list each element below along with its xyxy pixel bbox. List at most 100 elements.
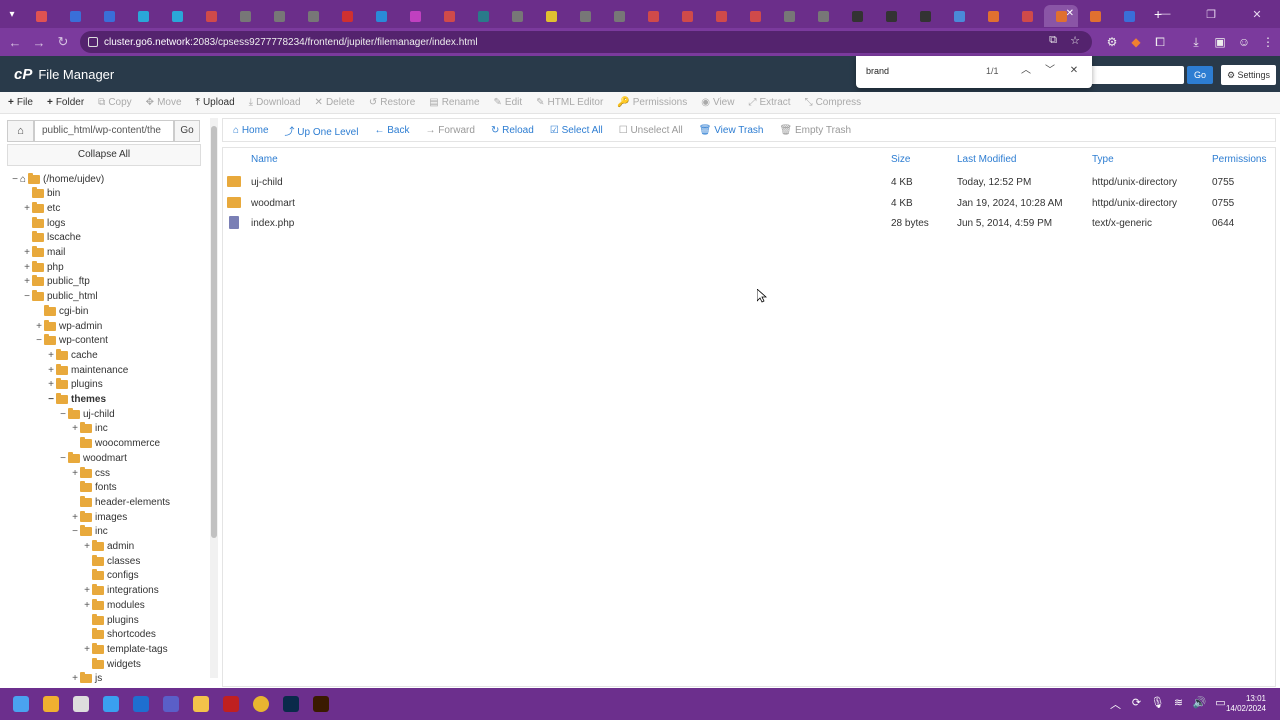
- chrome-icon[interactable]: [246, 689, 276, 719]
- extension-icon[interactable]: ◆: [1124, 35, 1148, 49]
- browser-tab[interactable]: [670, 5, 704, 27]
- home-icon[interactable]: ⌂: [7, 120, 34, 142]
- profile-avatar-icon[interactable]: ☺: [1232, 35, 1256, 49]
- tree-item[interactable]: plugins: [82, 613, 139, 627]
- back-arrow-icon[interactable]: ←: [3, 35, 27, 50]
- column-header-modified[interactable]: Last Modified: [957, 154, 1016, 165]
- column-header-size[interactable]: Size: [891, 154, 910, 165]
- wifi-icon[interactable]: ≋: [1168, 696, 1189, 712]
- tree-item[interactable]: + modules: [82, 598, 145, 612]
- weather-widget-icon[interactable]: [36, 689, 66, 719]
- tree-item[interactable]: + template-tags: [82, 642, 168, 656]
- expand-icon[interactable]: +: [46, 365, 56, 376]
- tree-item[interactable]: + images: [70, 510, 127, 524]
- file-explorer-icon[interactable]: [186, 689, 216, 719]
- browser-tab[interactable]: [772, 5, 806, 27]
- browser-menu-icon[interactable]: ⋮: [1256, 35, 1280, 49]
- browser-tab[interactable]: [534, 5, 568, 27]
- weather-app-icon[interactable]: [96, 689, 126, 719]
- tree-item[interactable]: + wp-admin: [34, 319, 102, 333]
- browser-tab[interactable]: [364, 5, 398, 27]
- forward-button[interactable]: → Forward: [425, 125, 474, 136]
- page-find-icon[interactable]: ⧉: [1045, 34, 1061, 50]
- browser-tab[interactable]: [330, 5, 364, 27]
- tree-item[interactable]: classes: [82, 554, 140, 568]
- sync-icon[interactable]: ⟳: [1126, 696, 1147, 712]
- table-row[interactable]: woodmart 4 KB Jan 19, 2024, 10:28 AM httpd/…: [223, 194, 1275, 214]
- permissions-button[interactable]: 🔑 Permissions: [617, 97, 687, 108]
- download-button[interactable]: ⤓ Download: [249, 97, 301, 108]
- expand-icon[interactable]: +: [82, 644, 92, 655]
- table-row[interactable]: index.php 28 bytes Jun 5, 2014, 4:59 PM tex…: [223, 214, 1275, 234]
- tree-item[interactable]: + integrations: [82, 584, 159, 598]
- tree-item[interactable]: − inc: [70, 525, 108, 539]
- minimize-icon[interactable]: —: [1142, 8, 1188, 20]
- expand-icon[interactable]: +: [34, 321, 44, 332]
- expand-icon[interactable]: +: [82, 600, 92, 611]
- tree-item[interactable]: shortcodes: [82, 628, 156, 642]
- tree-item[interactable]: + js: [70, 672, 102, 684]
- tab-search-icon[interactable]: ▾: [0, 0, 24, 28]
- path-go-button[interactable]: Go: [174, 120, 200, 142]
- expand-icon[interactable]: +: [82, 585, 92, 596]
- browser-tab[interactable]: [24, 5, 58, 27]
- browser-tab[interactable]: [160, 5, 194, 27]
- browser-tab[interactable]: [1010, 5, 1044, 27]
- tree-item[interactable]: − ⌂ (/home/ujdev): [10, 172, 104, 186]
- expand-icon[interactable]: +: [70, 468, 80, 479]
- expand-icon[interactable]: +: [82, 541, 92, 552]
- browser-tab[interactable]: [602, 5, 636, 27]
- collapse-icon[interactable]: −: [10, 174, 20, 185]
- tree-item[interactable]: fonts: [70, 481, 117, 495]
- collapse-icon[interactable]: −: [58, 453, 68, 464]
- rename-button[interactable]: ▤ Rename: [429, 97, 479, 108]
- browser-tab[interactable]: [908, 5, 942, 27]
- tree-item[interactable]: − woodmart: [58, 451, 127, 465]
- empty-trash-button[interactable]: 🗑 Empty Trash: [779, 125, 851, 136]
- sidebar-scroll-thumb[interactable]: [211, 126, 217, 538]
- browser-tab[interactable]: [58, 5, 92, 27]
- tree-item[interactable]: woocommerce: [70, 437, 160, 451]
- site-info-icon[interactable]: [88, 37, 98, 47]
- browser-tab[interactable]: [500, 5, 534, 27]
- tree-item[interactable]: header-elements: [70, 495, 170, 509]
- browser-tab[interactable]: [92, 5, 126, 27]
- expand-icon[interactable]: +: [70, 673, 80, 684]
- download-icon[interactable]: ⤓: [1184, 35, 1208, 50]
- move-button[interactable]: ✥ Move: [146, 97, 182, 108]
- new-folder-button[interactable]: + Folder: [47, 97, 84, 108]
- expand-icon[interactable]: +: [70, 423, 80, 434]
- table-row[interactable]: uj-child 4 KB Today, 12:52 PM httpd/unix-di…: [223, 173, 1275, 193]
- tree-item[interactable]: − uj-child: [58, 407, 115, 421]
- back-button[interactable]: ← Back: [374, 125, 409, 136]
- extension-icon[interactable]: ⚙: [1100, 35, 1124, 49]
- browser-tab[interactable]: [262, 5, 296, 27]
- cpanel-logo[interactable]: cP: [14, 66, 32, 83]
- collapse-icon[interactable]: −: [34, 335, 44, 346]
- reload-button[interactable]: ↻ Reload: [491, 125, 534, 136]
- reload-icon[interactable]: ↻: [51, 34, 75, 50]
- browser-tab[interactable]: [228, 5, 262, 27]
- browser-tab[interactable]: [398, 5, 432, 27]
- browser-tab[interactable]: [432, 5, 466, 27]
- browser-tab[interactable]: [1112, 5, 1146, 27]
- unselect-all-button[interactable]: ☐ Unselect All: [619, 125, 683, 136]
- tree-item[interactable]: cgi-bin: [34, 304, 88, 318]
- browser-tab[interactable]: [976, 5, 1010, 27]
- find-close-icon[interactable]: ✕: [1065, 62, 1083, 80]
- browser-tab[interactable]: [1078, 5, 1112, 27]
- bookmark-star-icon[interactable]: ☆: [1067, 34, 1083, 50]
- close-tab-icon[interactable]: ✕: [1066, 8, 1074, 19]
- tray-expand-icon[interactable]: ︿: [1105, 696, 1126, 712]
- expand-icon[interactable]: +: [46, 379, 56, 390]
- collapse-icon[interactable]: −: [70, 526, 80, 537]
- collapse-icon[interactable]: −: [46, 394, 56, 405]
- browser-tab[interactable]: [194, 5, 228, 27]
- new-file-button[interactable]: + File: [8, 97, 33, 108]
- compress-button[interactable]: ⤡ Compress: [805, 97, 862, 108]
- teams-icon[interactable]: [156, 689, 186, 719]
- tree-item[interactable]: + public_ftp: [22, 275, 90, 289]
- restore-icon[interactable]: ❐: [1188, 8, 1234, 21]
- browser-tab[interactable]: [466, 5, 500, 27]
- collapse-icon[interactable]: −: [22, 291, 32, 302]
